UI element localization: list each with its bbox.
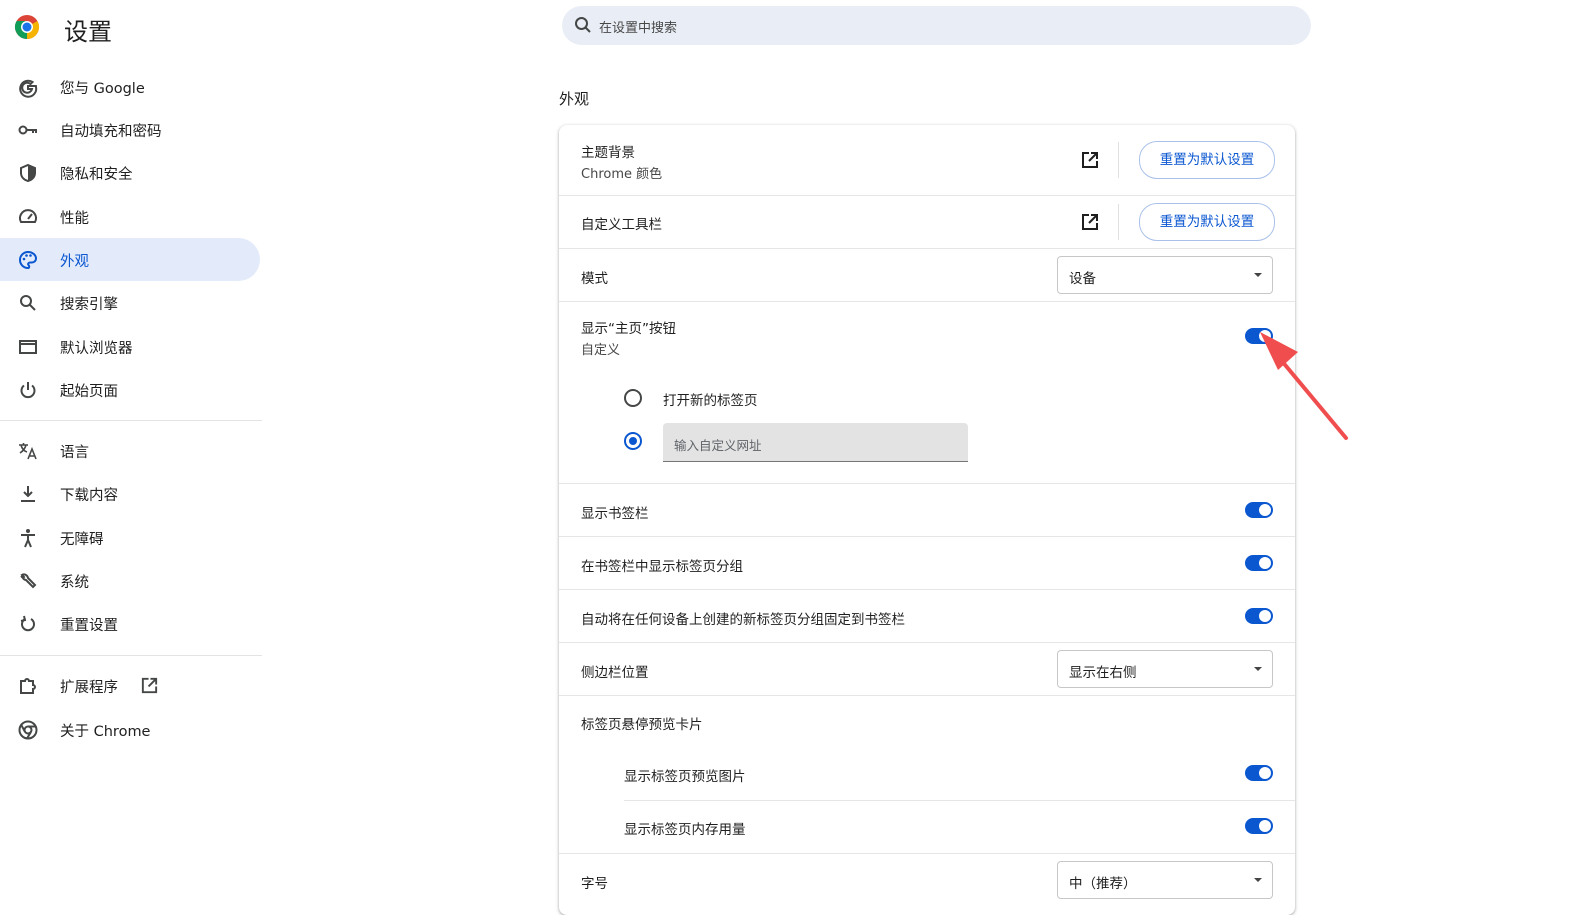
sidebar-item-about-chrome[interactable]: 关于 Chrome <box>0 708 260 751</box>
palette-icon <box>19 250 38 270</box>
tab-groups-toggle[interactable] <box>1245 555 1273 571</box>
open-external-icon[interactable] <box>1080 212 1100 232</box>
row-divider <box>624 800 1295 801</box>
sidebar-divider <box>0 655 262 656</box>
home-button-subtitle: 自定义 <box>581 343 621 358</box>
hover-card-title: 标签页悬停预览卡片 <box>581 717 703 733</box>
sidebar-item-extensions[interactable]: 扩展程序 <box>0 664 260 707</box>
appearance-card: 主题背景 Chrome 颜色 重置为默认设置 自定义工具栏 重置为默认设置 模式… <box>559 125 1295 915</box>
memory-usage-title: 显示标签页内存用量 <box>624 822 746 838</box>
sidebar-divider <box>0 420 262 421</box>
tab-groups-title: 在书签栏中显示标签页分组 <box>581 559 743 575</box>
chrome-icon <box>18 720 38 740</box>
sidebar-item-reset[interactable]: 重置设置 <box>0 602 260 645</box>
toggle-knob <box>1259 820 1271 832</box>
toggle-knob <box>1259 504 1271 516</box>
row-divider <box>559 536 1295 537</box>
sidebar-item-appearance[interactable]: 外观 <box>0 238 260 281</box>
search-icon <box>575 17 591 33</box>
pin-tab-groups-toggle[interactable] <box>1245 608 1273 624</box>
translate-icon <box>19 443 37 460</box>
open-external-icon <box>141 677 158 694</box>
radio-new-tab-label: 打开新的标签页 <box>663 393 758 409</box>
search-icon <box>20 295 36 311</box>
font-size-select[interactable]: 中（推荐） <box>1057 861 1273 899</box>
page-title: 设置 <box>64 18 112 46</box>
toggle-knob <box>1259 557 1271 569</box>
sidebar-item-search-engine[interactable]: 搜索引擎 <box>0 281 260 324</box>
sidebar-item-on-startup[interactable]: 起始页面 <box>0 368 260 411</box>
sidebar-item-performance[interactable]: 性能 <box>0 195 260 238</box>
toggle-knob <box>1259 610 1271 622</box>
row-divider <box>559 301 1295 302</box>
reset-icon <box>20 615 35 632</box>
search-placeholder: 在设置中搜索 <box>599 21 678 36</box>
mode-title: 模式 <box>581 271 608 287</box>
toolbar-reset-button[interactable]: 重置为默认设置 <box>1139 203 1275 241</box>
mode-select[interactable]: 设备 <box>1057 256 1273 294</box>
key-icon <box>18 125 37 135</box>
wrench-icon <box>20 573 37 589</box>
section-title: 外观 <box>559 90 590 108</box>
side-panel-select[interactable]: 显示在右侧 <box>1057 650 1273 688</box>
chrome-logo-icon <box>14 15 40 39</box>
download-icon <box>21 486 35 502</box>
sidebar-item-downloads[interactable]: 下载内容 <box>0 472 260 515</box>
row-divider <box>559 853 1295 854</box>
theme-title: 主题背景 <box>581 145 635 161</box>
row-divider <box>559 483 1295 484</box>
annotation-arrow-icon <box>1260 332 1348 440</box>
theme-subtitle: Chrome 颜色 <box>581 167 663 182</box>
custom-url-input[interactable]: 输入自定义网址 <box>663 423 968 462</box>
memory-usage-toggle[interactable] <box>1245 818 1273 834</box>
row-divider <box>559 642 1295 643</box>
row-divider <box>559 248 1295 249</box>
bookmarks-bar-toggle[interactable] <box>1245 502 1273 518</box>
sidebar-item-privacy[interactable]: 隐私和安全 <box>0 151 260 194</box>
font-size-title: 字号 <box>581 876 608 892</box>
sidebar-item-autofill[interactable]: 自动填充和密码 <box>0 108 260 151</box>
radio-custom-url[interactable] <box>624 432 642 450</box>
toggle-knob <box>1259 767 1271 779</box>
search-input[interactable]: 在设置中搜索 <box>562 6 1311 45</box>
preview-images-title: 显示标签页预览图片 <box>624 769 746 785</box>
radio-new-tab[interactable] <box>624 389 642 407</box>
power-icon <box>20 382 36 399</box>
row-divider <box>559 195 1295 196</box>
row-divider <box>559 695 1295 696</box>
side-panel-title: 侧边栏位置 <box>581 665 649 681</box>
home-button-title: 显示“主页”按钮 <box>581 321 676 337</box>
accessibility-icon <box>21 529 35 548</box>
toolbar-title: 自定义工具栏 <box>581 217 662 233</box>
google-g-icon <box>19 79 38 98</box>
open-external-icon[interactable] <box>1080 150 1100 170</box>
pin-tab-groups-title: 自动将在任何设备上创建的新标签页分组固定到书签栏 <box>581 612 905 628</box>
vertical-divider <box>1118 142 1119 178</box>
sidebar-item-languages[interactable]: 语言 <box>0 429 260 472</box>
sidebar-item-system[interactable]: 系统 <box>0 559 260 602</box>
row-divider <box>559 589 1295 590</box>
sidebar-item-accessibility[interactable]: 无障碍 <box>0 516 260 559</box>
sidebar-item-default-browser[interactable]: 默认浏览器 <box>0 325 260 368</box>
puzzle-icon <box>20 678 36 694</box>
theme-reset-button[interactable]: 重置为默认设置 <box>1139 141 1275 179</box>
preview-images-toggle[interactable] <box>1245 765 1273 781</box>
bookmarks-bar-title: 显示书签栏 <box>581 506 649 522</box>
sidebar-item-you-and-google[interactable]: 您与 Google <box>0 65 260 108</box>
speedometer-icon <box>19 209 37 223</box>
browser-window-icon <box>19 340 37 354</box>
chevron-down-icon <box>1254 273 1262 277</box>
chevron-down-icon <box>1254 878 1262 882</box>
vertical-divider <box>1118 204 1119 240</box>
chevron-down-icon <box>1254 667 1262 671</box>
shield-icon <box>20 163 36 183</box>
